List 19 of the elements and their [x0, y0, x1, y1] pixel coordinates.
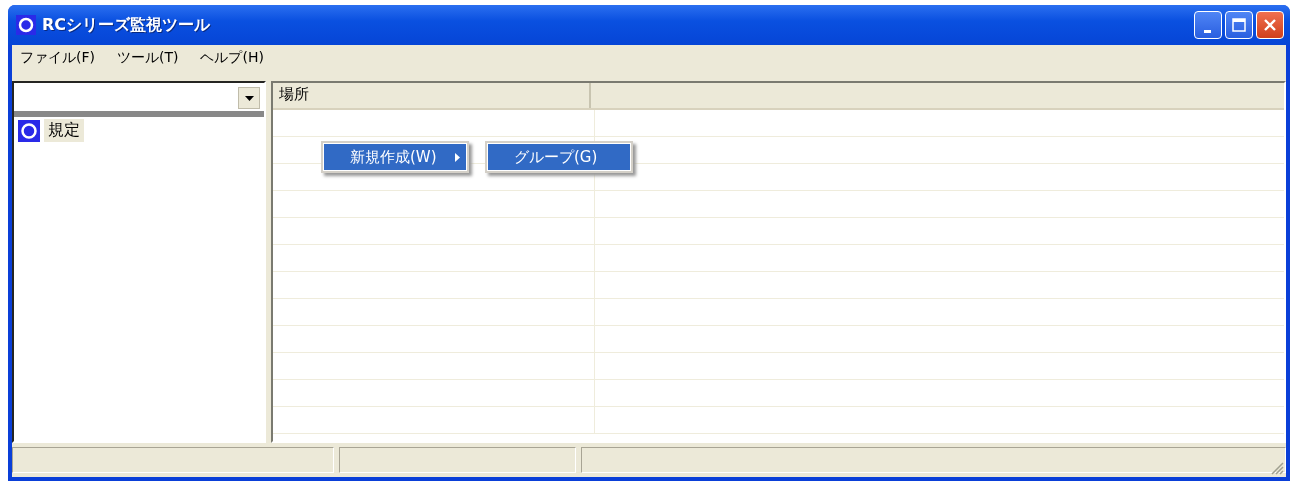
menu-item-label: 新規作成(W) — [350, 147, 437, 167]
minimize-button[interactable] — [1194, 11, 1222, 39]
menu-item[interactable]: ファイル(F) — [20, 49, 95, 67]
menu-item[interactable]: ヘルプ(H) — [200, 49, 264, 67]
close-button[interactable] — [1256, 11, 1284, 39]
menu-item[interactable]: ツール(T) — [117, 49, 179, 67]
dropdown-button[interactable] — [238, 87, 260, 109]
ring-icon — [16, 15, 36, 35]
menu-item[interactable]: グループ(G) — [488, 144, 630, 170]
maximize-button[interactable] — [1225, 11, 1253, 39]
maximize-icon — [1232, 18, 1246, 32]
tree-item[interactable]: 規定 — [44, 119, 84, 142]
close-icon — [1263, 18, 1277, 32]
window-title: RCシリーズ監視ツール — [42, 14, 211, 36]
ring-icon — [18, 119, 40, 142]
minimize-icon — [1204, 30, 1211, 33]
menu-item[interactable]: 新規作成(W) — [324, 144, 466, 170]
caret-icon — [244, 95, 254, 101]
resize-grip-icon[interactable] — [1270, 461, 1284, 475]
